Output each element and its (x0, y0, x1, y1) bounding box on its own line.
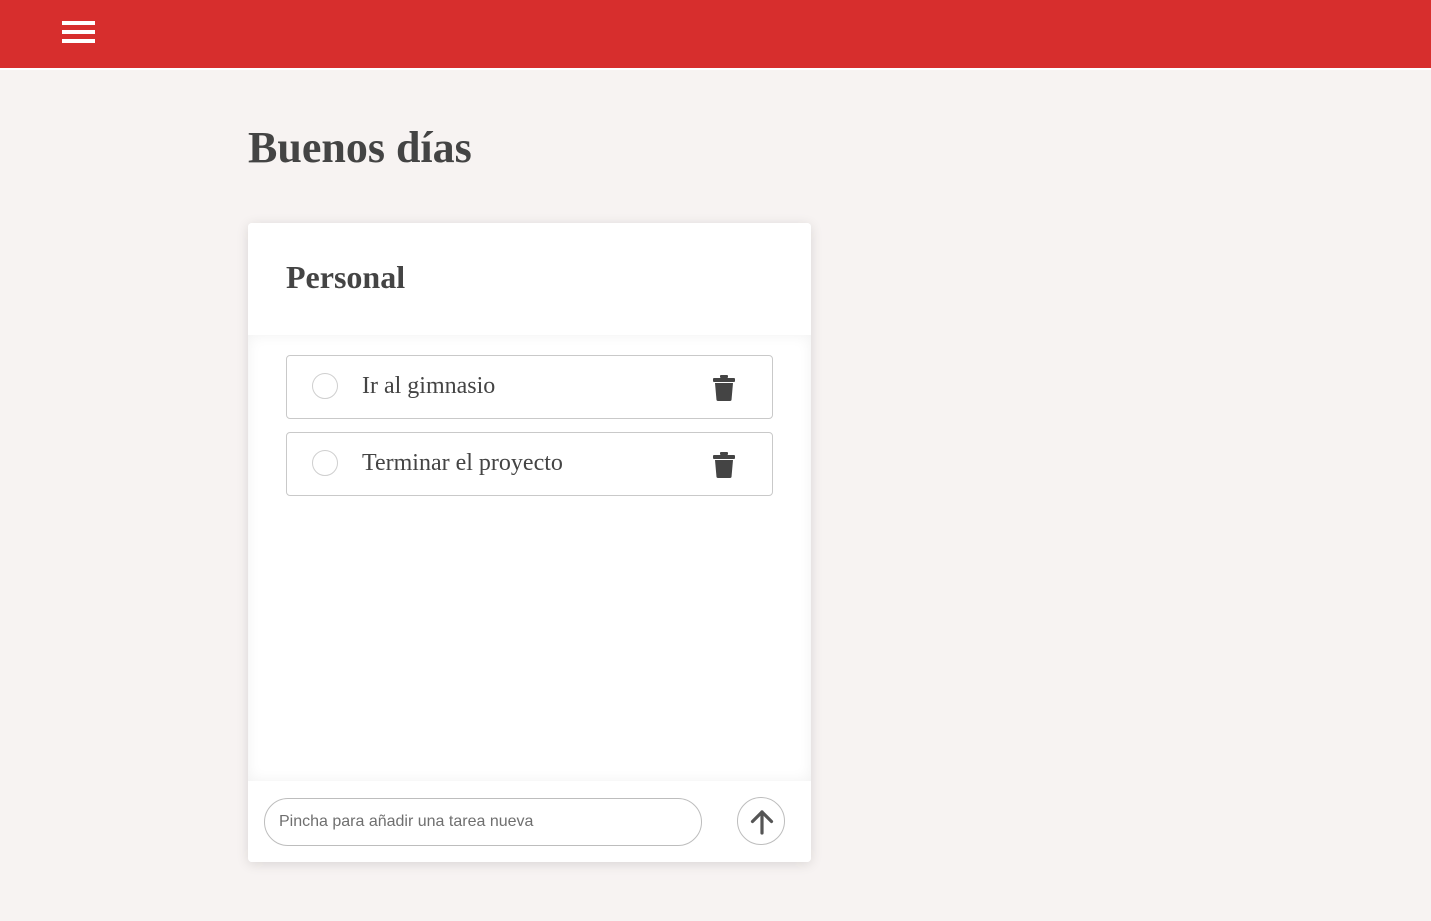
add-task-button[interactable] (737, 797, 785, 845)
hamburger-menu-icon (62, 21, 95, 25)
task-label: Terminar el proyecto (362, 450, 563, 476)
top-app-bar (0, 0, 1431, 70)
delete-task-button[interactable] (711, 451, 737, 479)
task-label: Ir al gimnasio (362, 373, 496, 399)
task-list: Ir al gimnasio Terminar el proyecto (248, 335, 811, 781)
new-task-input[interactable] (264, 798, 702, 846)
trash-icon (713, 452, 735, 478)
task-item[interactable]: Ir al gimnasio (286, 355, 773, 419)
task-list-header: Personal (248, 223, 811, 335)
task-list-card: Personal Ir al gimnasio Terminar el proy… (248, 223, 811, 862)
delete-task-button[interactable] (711, 374, 737, 402)
new-task-bar (248, 781, 811, 862)
task-list-title: Personal (286, 259, 406, 295)
trash-icon (713, 375, 735, 401)
task-checkbox[interactable] (312, 373, 338, 399)
page-greeting: Buenos días (248, 123, 472, 172)
task-checkbox[interactable] (312, 450, 338, 476)
arrow-up-icon (750, 810, 774, 835)
task-item[interactable]: Terminar el proyecto (286, 432, 773, 496)
menu-button[interactable] (62, 20, 96, 46)
